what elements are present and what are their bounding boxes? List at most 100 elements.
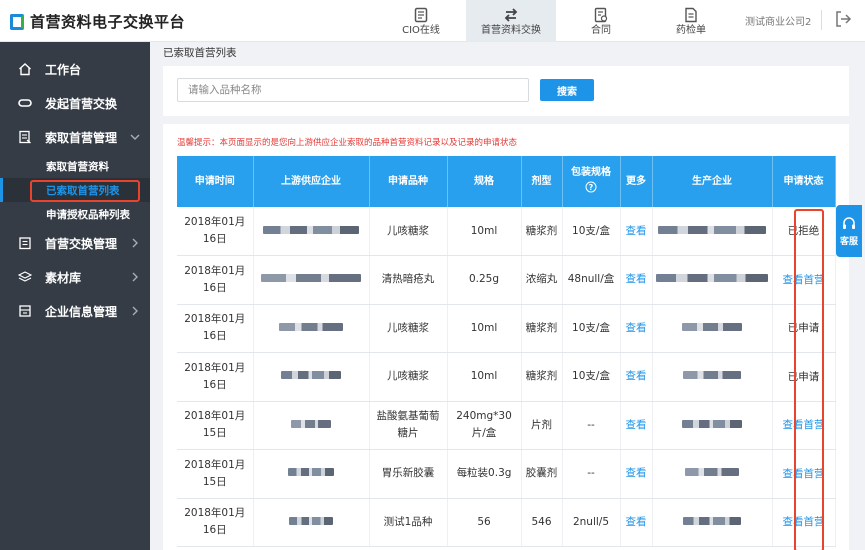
link-icon [18,96,32,110]
nav-inspection-report[interactable]: 药检单 [646,0,736,42]
logout-icon[interactable] [833,9,853,29]
table-row: 2018年01月16日 儿咳糖浆 10ml 糖浆剂 10支/盒 查看 已申请 [177,304,836,353]
sidebar-item-request-management[interactable]: 索取首营管理 [0,120,150,154]
company-name[interactable]: 测试商业公司2 [745,13,811,28]
redacted-manufacturer [682,322,742,331]
package-spec: 48null/盒 [562,255,621,305]
product-name: 儿咳糖浆 [369,304,448,353]
chevron-right-icon [128,270,142,284]
package-spec: 10支/盒 [562,207,621,256]
more-link[interactable]: 查看 [620,207,653,256]
column-header[interactable]: 剂型 [521,156,563,207]
redacted-supplier [261,274,361,283]
sidebar-subitem-label: 索取首营资料 [46,160,109,173]
sidebar-item-label: 工作台 [45,62,82,77]
product-name: 测试1品种 [369,498,448,547]
supplier-cell [253,498,370,547]
more-link[interactable]: 查看 [620,449,653,499]
manufacturer-cell [652,401,773,450]
table-row: 2018年01月15日 盐酸氨基葡萄糖片 240mg*30片/盒 片剂 -- 查… [177,401,836,450]
dosage-form: 胶囊剂 [521,449,563,499]
column-header[interactable]: 包装规格 ? [562,156,621,207]
dosage-form: 浓缩丸 [521,255,563,305]
search-panel: 搜索 [163,66,849,116]
table-row: 2018年01月15日 胃乐新胶囊 每粒装0.3g 胶囊剂 -- 查看 查看首营 [177,449,836,499]
more-link[interactable]: 查看 [620,255,653,305]
supplier-cell [253,352,370,402]
product-spec: 10ml [447,207,522,256]
redacted-supplier [291,419,331,428]
table-row: 2018年01月16日 测试1品种 56 546 2null/5 查看 查看首营 [177,498,836,547]
apply-date: 2018年01月15日 [177,401,254,450]
manufacturer-cell [652,352,773,402]
sidebar-item-material-library[interactable]: 素材库 [0,260,150,294]
redacted-manufacturer [683,371,741,380]
apply-date: 2018年01月16日 [177,207,254,256]
redacted-supplier [288,468,334,477]
dosage-form: 片剂 [521,401,563,450]
customer-service-button[interactable]: 客服 [836,205,862,257]
requested-table: 申请时间 上游供应企业 申请品种 规格 剂型 包装规格 ? 更多 生产企业 申请… [177,156,836,547]
nav-label: CIO在线 [402,24,440,36]
contract-icon [593,7,609,23]
chevron-right-icon [128,236,142,250]
product-spec: 10ml [447,352,522,402]
redacted-manufacturer [658,225,766,234]
column-header[interactable]: 生产企业 [652,156,773,207]
customer-service-label: 客服 [839,236,858,247]
sidebar-item-initiate-exchange[interactable]: 发起首营交换 [0,86,150,120]
package-spec: -- [562,401,621,450]
sidebar-item-enterprise-info[interactable]: 企业信息管理 [0,294,150,328]
sidebar-subitem-request-materials[interactable]: 索取首营资料 [0,154,150,178]
redacted-supplier [279,322,343,331]
svg-text:?: ? [589,183,594,192]
nav-label: 合同 [591,24,611,36]
more-link[interactable]: 查看 [620,498,653,547]
more-link[interactable]: 查看 [620,401,653,450]
column-header[interactable]: 申请时间 [177,156,254,207]
column-header[interactable]: 更多 [620,156,653,207]
sidebar-subitem-requested-list[interactable]: 已索取首营列表 [0,178,150,202]
product-spec: 56 [447,498,522,547]
app-logo[interactable]: 首营资料电子交换平台 [10,11,185,32]
supplier-cell [253,207,370,256]
redacted-manufacturer [656,274,768,283]
sidebar-item-workbench[interactable]: 工作台 [0,52,150,86]
more-link[interactable]: 查看 [620,352,653,402]
layers-icon [18,270,32,284]
column-header[interactable]: 申请品种 [369,156,448,207]
column-header[interactable]: 上游供应企业 [253,156,370,207]
product-name: 胃乐新胶囊 [369,449,448,499]
request-icon [18,130,32,144]
more-link[interactable]: 查看 [620,304,653,353]
divider [821,10,822,30]
headset-icon [841,216,857,235]
building-icon [18,304,32,318]
redacted-supplier [289,516,333,525]
supplier-cell [253,449,370,499]
dosage-form: 糖浆剂 [521,352,563,402]
supplier-cell [253,401,370,450]
folder-icon [18,236,32,250]
apply-date: 2018年01月15日 [177,449,254,499]
help-icon[interactable]: ? [585,181,597,196]
nav-first-camp-exchange[interactable]: 首营资料交换 [466,0,556,42]
status-highlight-outline [794,209,824,550]
column-header[interactable]: 规格 [447,156,522,207]
nav-cio-online[interactable]: CIO在线 [376,0,466,42]
nav-label: 首营资料交换 [481,24,541,36]
search-button[interactable]: 搜索 [540,79,594,101]
dosage-form: 546 [521,498,563,547]
search-input[interactable] [177,78,529,102]
sidebar-subitem-authorized-varieties[interactable]: 申请授权品种列表 [0,202,150,226]
sidebar-item-label: 首营交换管理 [45,236,118,251]
top-bar: 首营资料电子交换平台 CIO在线 首营资料交换 合同 药检单 测试商业公司2 [0,0,865,42]
manufacturer-cell [652,498,773,547]
product-name: 清热暗疮丸 [369,255,448,305]
nav-contract[interactable]: 合同 [556,0,646,42]
sidebar-item-exchange-management[interactable]: 首营交换管理 [0,226,150,260]
highlight-outline [30,180,140,202]
column-header[interactable]: 申请状态 [772,156,836,207]
manufacturer-cell [652,449,773,499]
redacted-supplier [263,225,359,234]
